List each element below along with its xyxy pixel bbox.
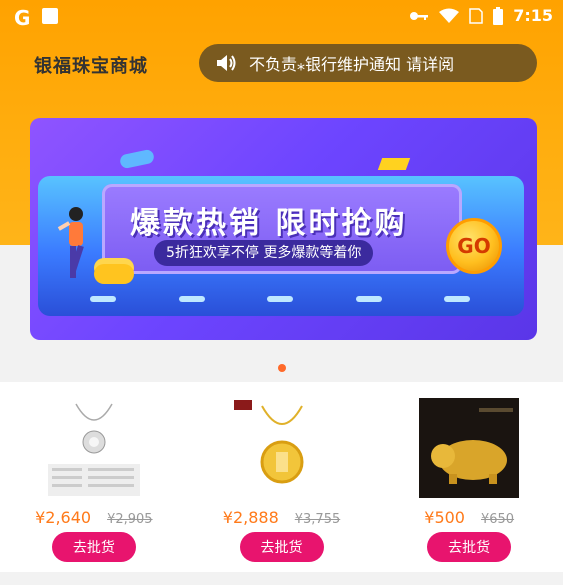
wholesale-button[interactable]: 去批货 [239,532,324,562]
speaker-icon [217,55,236,71]
notice-bar[interactable]: 不负责⁎银行维护通知 请详阅 [199,44,537,82]
product-card[interactable]: ¥2,640 ¥2,905 去批货 [0,382,188,572]
product-original-price: ¥2,905 [107,512,153,527]
app-notification-icon: G [14,6,31,30]
gold-fu-pendant-image[interactable] [231,398,332,498]
wifi-icon [439,8,460,23]
product-price: ¥2,640 [35,508,92,527]
decoration [118,148,156,170]
battery-icon [493,6,504,25]
wholesale-button[interactable]: 去批货 [51,532,136,562]
notice-text: 不负责⁎银行维护通知 请详阅 [249,55,455,74]
banner-headline: 爆款热销 限时抢购 [130,206,408,241]
carousel-indicator[interactable] [0,364,563,372]
sim-icon [469,7,483,24]
product-list: ¥2,640 ¥2,905 去批货 ¥2,888 ¥3,755 去批货 ¥500… [0,382,563,572]
notification-square-icon [42,8,58,24]
gold-pig-figurine-image[interactable] [419,398,520,498]
decoration [377,158,411,170]
wholesale-button[interactable]: 去批货 [427,532,512,562]
product-price: ¥2,888 [222,508,279,527]
product-card[interactable]: ¥500 ¥650 去批货 [375,382,563,572]
clock: 7:15 [513,6,553,25]
store-logo[interactable]: 银福珠宝商城 [34,52,148,78]
product-original-price: ¥3,755 [294,512,341,527]
product-price: ¥500 [424,508,465,527]
product-card[interactable]: ¥2,888 ¥3,755 去批货 [188,382,376,572]
go-button[interactable]: GO [446,218,502,274]
product-original-price: ¥650 [480,512,515,527]
dancing-girl-illustration [57,207,84,278]
necklace-pendant-image[interactable] [43,398,144,498]
stage-lights [90,296,470,302]
promo-banner[interactable]: 爆款热销 限时抢购 5折狂欢享不停 更多爆款等着你 GO [30,118,537,340]
banner-subline: 5折狂欢享不停 更多爆款等着你 [154,240,374,266]
key-icon [410,11,429,20]
status-bar: G 7:15 [0,0,563,34]
carousel-dot-active[interactable] [277,364,286,372]
coins-illustration [94,264,134,284]
